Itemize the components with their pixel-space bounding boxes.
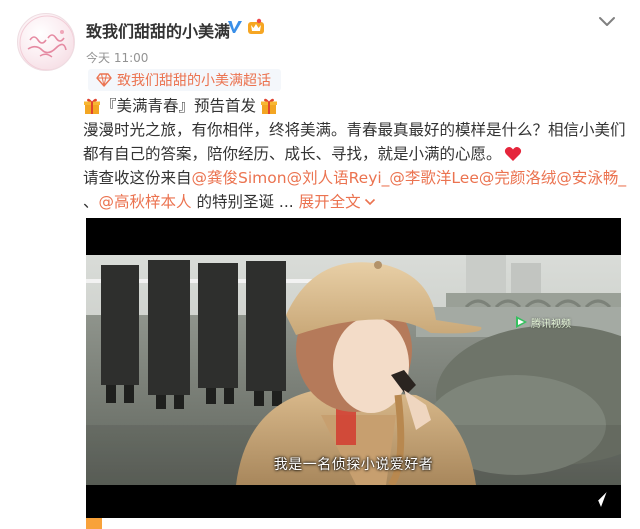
video-player[interactable]: 腾讯视频 我是一名侦探小说爱好者 xyxy=(86,218,621,518)
post-text-segment: 请查收这份来自 xyxy=(83,169,192,187)
username[interactable]: 致我们甜甜的小美满 xyxy=(86,18,230,42)
gift-icon xyxy=(261,98,278,114)
video-play-arrow-icon[interactable] xyxy=(588,488,610,510)
gift-icon xyxy=(84,98,100,114)
post-text-segment: 的特别圣诞 ... xyxy=(191,193,299,211)
red-heart-icon xyxy=(504,147,521,161)
avatar[interactable] xyxy=(17,13,75,71)
verified-v-icon xyxy=(228,21,242,33)
diamond-icon xyxy=(96,73,112,87)
post-text-line: 都有自己的答案，陪你经历、成长、寻找，就是小满的心愿。 xyxy=(83,142,623,166)
post-text-line: 、 @高秋梓本人 的特别圣诞 ... 展开全文 xyxy=(83,190,623,214)
mention-link[interactable]: @高秋梓本人 xyxy=(99,190,192,214)
mention-link[interactable]: @完颜洛绒 xyxy=(479,166,557,190)
watermark-text: 腾讯视频 xyxy=(531,318,571,330)
mention-link[interactable]: @李歌洋Lee xyxy=(389,166,478,190)
post-header: 致我们甜甜的小美满 今天 11:00 xyxy=(0,0,640,80)
mention-link[interactable]: @龚俊Simon xyxy=(192,166,287,190)
mention-link[interactable]: @刘人语Reyi_ xyxy=(287,166,390,190)
supertopic-tag[interactable]: 致我们甜甜的小美满超话 xyxy=(88,69,281,91)
mention-link[interactable]: @安泳畅_ xyxy=(556,166,626,190)
post-text-segment: 都有自己的答案，陪你经历、成长、寻找，就是小满的心愿。 xyxy=(83,145,502,163)
supertopic-label: 致我们甜甜的小美满超话 xyxy=(117,73,271,89)
post-title: 『美满青春』预告首发 xyxy=(101,97,257,115)
video-progress-indicator xyxy=(86,518,102,529)
chevron-down-icon[interactable] xyxy=(364,197,376,207)
video-scene-image xyxy=(86,255,621,485)
expand-full-text-link[interactable]: 展开全文 xyxy=(299,190,361,214)
tencent-video-logo-icon xyxy=(516,316,527,328)
post-timestamp[interactable]: 今天 11:00 xyxy=(86,49,148,66)
post-body: 『美满青春』预告首发 漫漫时光之旅，有你相伴，终将美满。青春最真最好的模样是什么… xyxy=(83,94,626,214)
vip-crown-icon[interactable] xyxy=(247,18,265,36)
video-frame[interactable]: 腾讯视频 xyxy=(86,255,621,485)
video-subtitle: 我是一名侦探小说爱好者 xyxy=(273,457,434,473)
post-text-line: 请查收这份来自 @龚俊Simon @刘人语Reyi_ @李歌洋Lee @完颜洛绒… xyxy=(83,166,626,190)
avatar-logo-icon xyxy=(19,15,74,70)
separator: 、 xyxy=(83,193,99,211)
video-watermark: 腾讯视频 xyxy=(514,314,571,330)
post-text-line: 漫漫时光之旅，有你相伴，终将美满。青春最真最好的模样是什么？相信小美们 xyxy=(83,121,626,139)
chevron-down-icon[interactable] xyxy=(598,15,616,29)
post-title-line: 『美满青春』预告首发 xyxy=(83,94,623,118)
